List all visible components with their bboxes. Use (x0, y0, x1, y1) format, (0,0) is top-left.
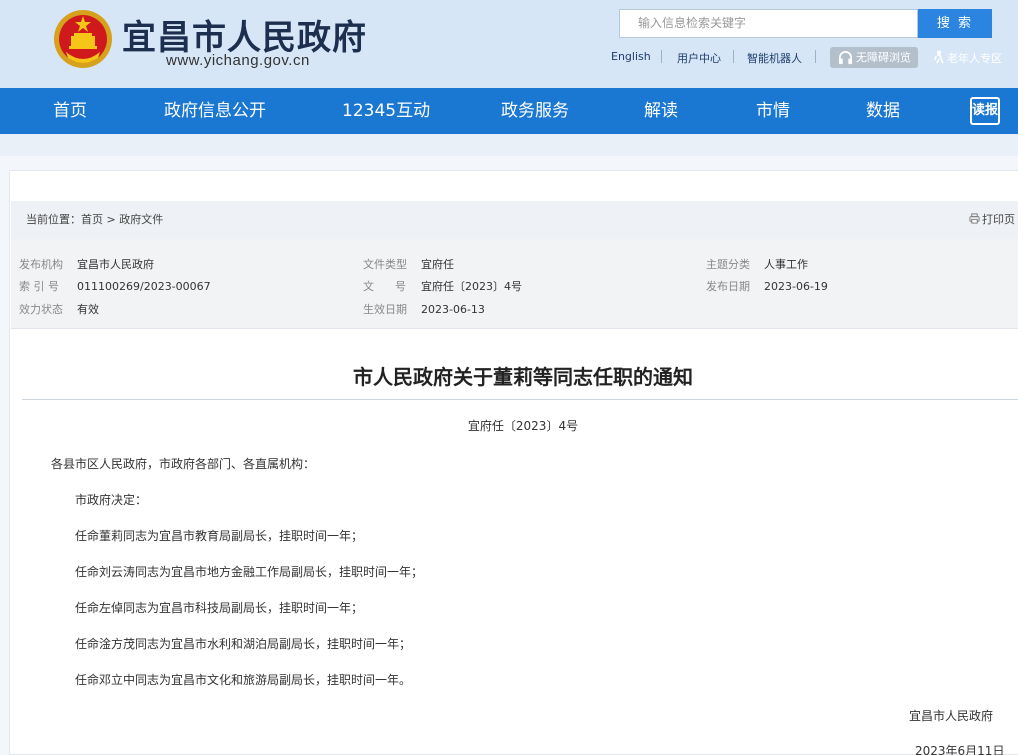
nav-city-info[interactable]: 市情 (756, 88, 790, 134)
english-link[interactable]: English (611, 50, 651, 63)
national-emblem-logo (54, 10, 112, 68)
main-nav: 首页 政府信息公开 12345互动 政务服务 解读 市情 数据 读报 (0, 88, 1018, 134)
user-center-link[interactable]: 用户中心 (677, 50, 721, 66)
document-salutation: 各县市区人民政府，市政府各部门、各直属机构： (51, 457, 316, 471)
meta-label: 效力状态 (19, 303, 63, 316)
site-header: 宜昌市人民政府 www.yichang.gov.cn 输入信息检索关键字 搜 索… (0, 0, 1018, 88)
meta-label: 发布机构 (19, 258, 63, 271)
meta-publisher: 发布机构 宜昌市人民政府 (19, 256, 154, 272)
elder-zone-link[interactable]: 老年人专区 (933, 50, 1002, 66)
elder-person-icon (934, 50, 944, 64)
printer-icon (969, 213, 980, 224)
meta-label: 文 号 (363, 280, 406, 293)
meta-value: 2023-06-19 (764, 280, 828, 293)
breadcrumb-separator: > (106, 213, 116, 226)
document-paragraph: 任命左倬同志为宜昌市科技局副局长，挂职时间一年； (75, 601, 364, 615)
nav-shadow-strip (0, 134, 1018, 156)
print-button[interactable]: 打印页 (969, 201, 1015, 239)
meta-type: 文件类型 宜府任 (363, 256, 454, 272)
meta-effective-date: 生效日期 2023-06-13 (363, 301, 485, 317)
print-label: 打印页 (982, 213, 1015, 226)
document-metadata-table: 发布机构 宜昌市人民政府 索 引 号 011100269/2023-00067 效力… (11, 239, 1018, 329)
meta-value: 有效 (77, 303, 99, 316)
link-divider (733, 50, 734, 63)
search-button[interactable]: 搜 索 (918, 9, 992, 38)
document-sign-date: 2023年6月11日 (915, 744, 1005, 755)
meta-label: 发布日期 (706, 280, 750, 293)
meta-value: 人事工作 (764, 258, 808, 271)
document-signature: 宜昌市人民政府 (909, 709, 994, 723)
search-input[interactable]: 输入信息检索关键字 (619, 9, 918, 38)
link-divider (815, 50, 816, 63)
nav-gov-services[interactable]: 政务服务 (501, 88, 569, 134)
document-title: 市人民政府关于董莉等同志任职的通知 (353, 365, 693, 389)
meta-value: 011100269/2023-00067 (77, 280, 211, 293)
nav-home[interactable]: 首页 (53, 88, 87, 134)
nav-data[interactable]: 数据 (866, 88, 900, 134)
meta-value: 宜府任 (421, 258, 454, 271)
document-paragraph: 任命淦方茂同志为宜昌市水利和湖泊局副局长，挂职时间一年； (75, 637, 412, 651)
breadcrumb-home-link[interactable]: 首页 (81, 213, 103, 226)
meta-publish-date: 发布日期 2023-06-19 (706, 278, 828, 294)
nav-gov-info[interactable]: 政府信息公开 (164, 88, 266, 134)
meta-value: 宜府任〔2023〕4号 (421, 280, 522, 293)
document-paragraph: 任命董莉同志为宜昌市教育局副局长，挂职时间一年； (75, 529, 364, 543)
document-paragraph: 任命刘云涛同志为宜昌市地方金融工作局副局长，挂职时间一年； (75, 565, 424, 579)
document-paragraph: 任命邓立中同志为宜昌市文化和旅游局副局长，挂职时间一年。 (75, 673, 412, 687)
meta-status: 效力状态 有效 (19, 301, 99, 317)
meta-value: 2023-06-13 (421, 303, 485, 316)
nav-12345[interactable]: 12345互动 (342, 88, 430, 134)
meta-label: 索 引 号 (19, 280, 59, 293)
accessibility-label: 无障碍浏览 (856, 51, 911, 64)
title-divider (22, 399, 1018, 400)
meta-index: 索 引 号 011100269/2023-00067 (19, 278, 211, 294)
accessibility-button[interactable]: 无障碍浏览 (830, 47, 918, 68)
breadcrumb-prefix: 当前位置： (26, 213, 81, 226)
document-number: 宜府任〔2023〕4号 (467, 419, 579, 433)
site-url: www.yichang.gov.cn (166, 52, 310, 69)
content-card: 当前位置：首页 > 政府文件 打印页 发布机构 宜昌市人民政府 索 引 号 0111… (9, 170, 1018, 755)
meta-label: 生效日期 (363, 303, 407, 316)
meta-label: 文件类型 (363, 258, 407, 271)
breadcrumb-bar: 当前位置：首页 > 政府文件 打印页 (11, 201, 1018, 239)
headphones-icon (838, 51, 853, 65)
meta-doc-number: 文 号 宜府任〔2023〕4号 (363, 278, 522, 294)
meta-topic: 主题分类 人事工作 (706, 256, 808, 272)
meta-label: 主题分类 (706, 258, 750, 271)
breadcrumb-current[interactable]: 政府文件 (119, 213, 163, 226)
elder-zone-label: 老年人专区 (947, 52, 1002, 65)
link-divider (661, 50, 662, 63)
nav-interpretation[interactable]: 解读 (644, 88, 678, 134)
read-newspaper-button[interactable]: 读报 (970, 97, 1000, 125)
meta-value: 宜昌市人民政府 (77, 258, 154, 271)
smart-robot-link[interactable]: 智能机器人 (747, 50, 802, 66)
breadcrumb: 当前位置：首页 > 政府文件 (26, 201, 163, 239)
document-paragraph: 市政府决定： (75, 493, 148, 507)
